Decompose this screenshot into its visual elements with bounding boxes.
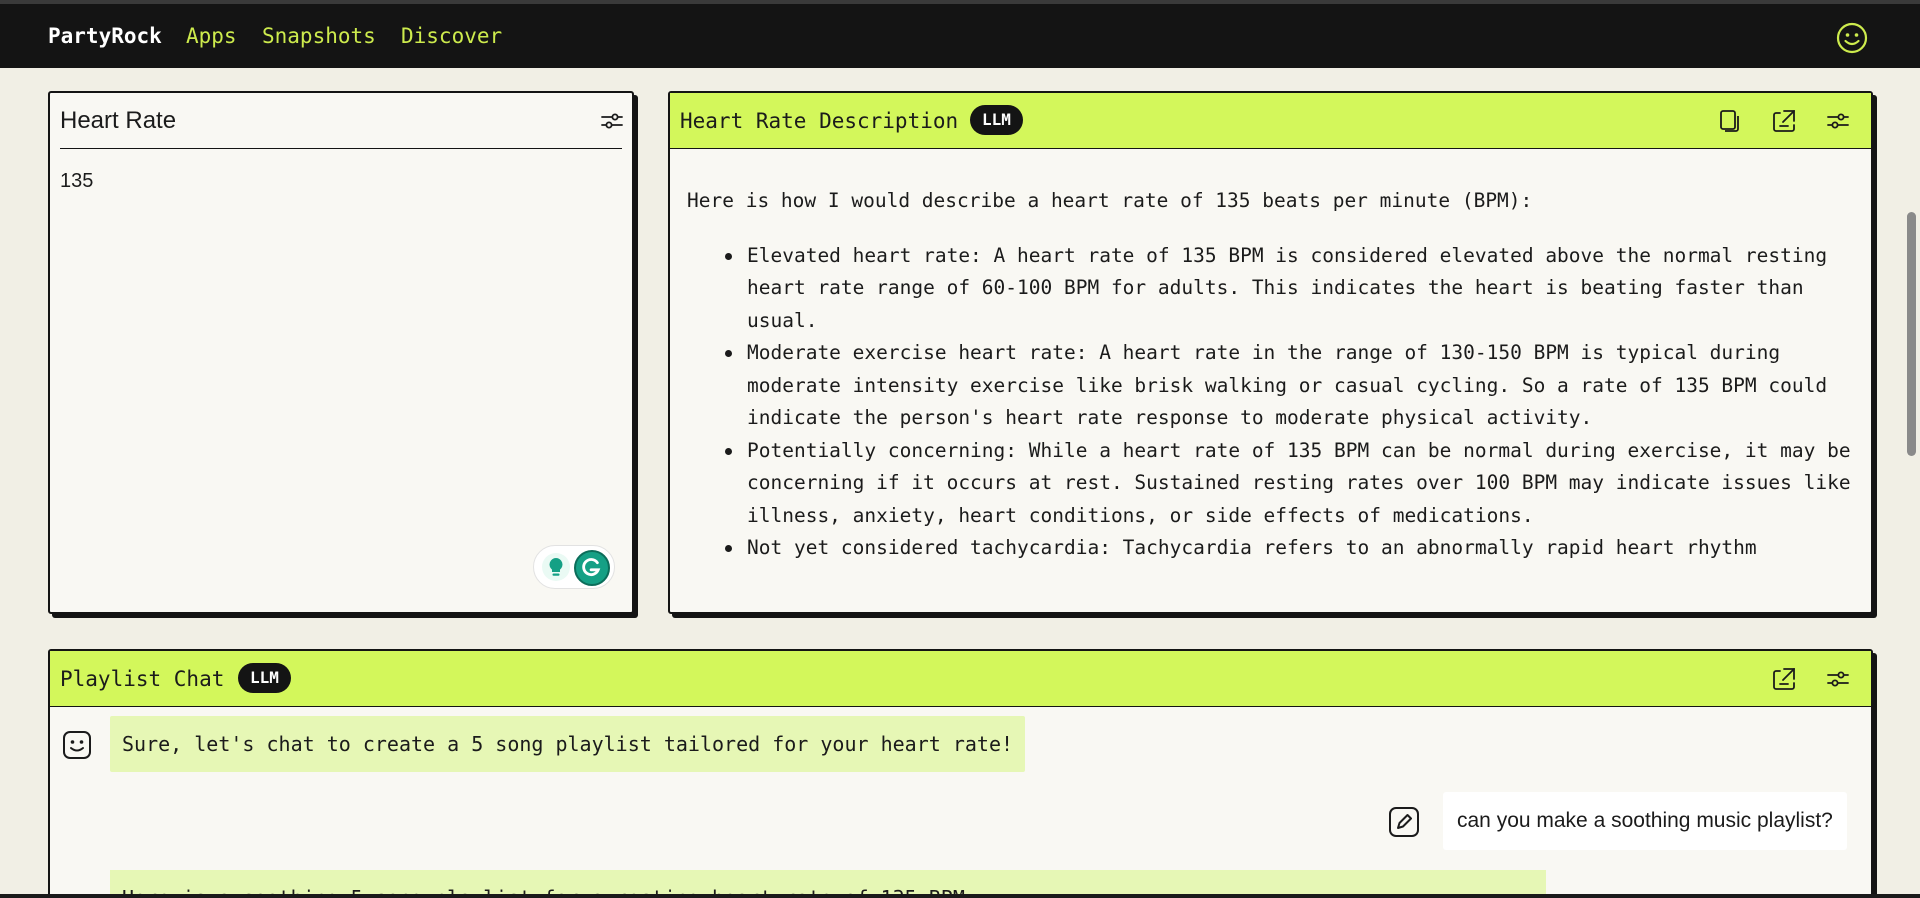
- export-icon[interactable]: [1770, 107, 1798, 135]
- bottom-border: [0, 894, 1920, 898]
- grammarly-icon[interactable]: [574, 550, 610, 586]
- copy-icon[interactable]: [1715, 107, 1743, 135]
- description-intro: Here is how I would describe a heart rat…: [687, 189, 1533, 212]
- sliders-icon[interactable]: [1824, 665, 1852, 693]
- nav-link-snapshots[interactable]: Snapshots: [262, 24, 376, 48]
- llm-badge: LLM: [238, 663, 291, 693]
- widget-title: Playlist Chat: [60, 667, 225, 691]
- bot-message: Sure, let's chat to create a 5 song play…: [110, 716, 1026, 772]
- nav-link-discover[interactable]: Discover: [401, 24, 502, 48]
- scrollbar-thumb[interactable]: [1907, 212, 1916, 456]
- widget-header: Heart Rate Description LLM: [670, 93, 1871, 149]
- grammarly-widget[interactable]: [533, 545, 615, 589]
- widget-title: Heart Rate Description: [680, 109, 959, 133]
- playlist-chat-widget: Playlist Chat LLM: [48, 649, 1873, 898]
- heart-rate-input[interactable]: 135: [60, 170, 93, 193]
- top-nav-bar: PartyRock Apps Snapshots Discover: [0, 0, 1920, 68]
- edit-icon[interactable]: [1388, 806, 1420, 838]
- list-item: Elevated heart rate: A heart rate of 135…: [687, 240, 1867, 338]
- widget-header: Playlist Chat LLM: [50, 651, 1871, 707]
- list-item: Moderate exercise heart rate: A heart ra…: [687, 337, 1867, 435]
- widget-title: Heart Rate: [60, 107, 177, 134]
- brand-logo[interactable]: PartyRock: [48, 24, 162, 48]
- description-list: Elevated heart rate: A heart rate of 135…: [687, 240, 1867, 565]
- sliders-icon[interactable]: [1824, 107, 1852, 135]
- nav-link-apps[interactable]: Apps: [186, 24, 237, 48]
- export-icon[interactable]: [1770, 665, 1798, 693]
- lightbulb-icon[interactable]: [542, 553, 570, 581]
- widget-header: Heart Rate: [60, 93, 623, 149]
- heart-rate-widget: Heart Rate: [48, 91, 634, 614]
- list-item: Potentially concerning: While a heart ra…: [687, 435, 1867, 533]
- sliders-icon[interactable]: [598, 107, 626, 135]
- description-output: Here is how I would describe a heart rat…: [670, 150, 1870, 600]
- bot-avatar-icon: [62, 730, 92, 760]
- list-item: Not yet considered tachycardia: Tachycar…: [687, 532, 1867, 565]
- page-scrollbar[interactable]: [1904, 68, 1920, 898]
- smiley-face-icon[interactable]: [1836, 22, 1868, 54]
- llm-badge: LLM: [970, 105, 1023, 135]
- user-message: can you make a soothing music playlist?: [1443, 792, 1847, 850]
